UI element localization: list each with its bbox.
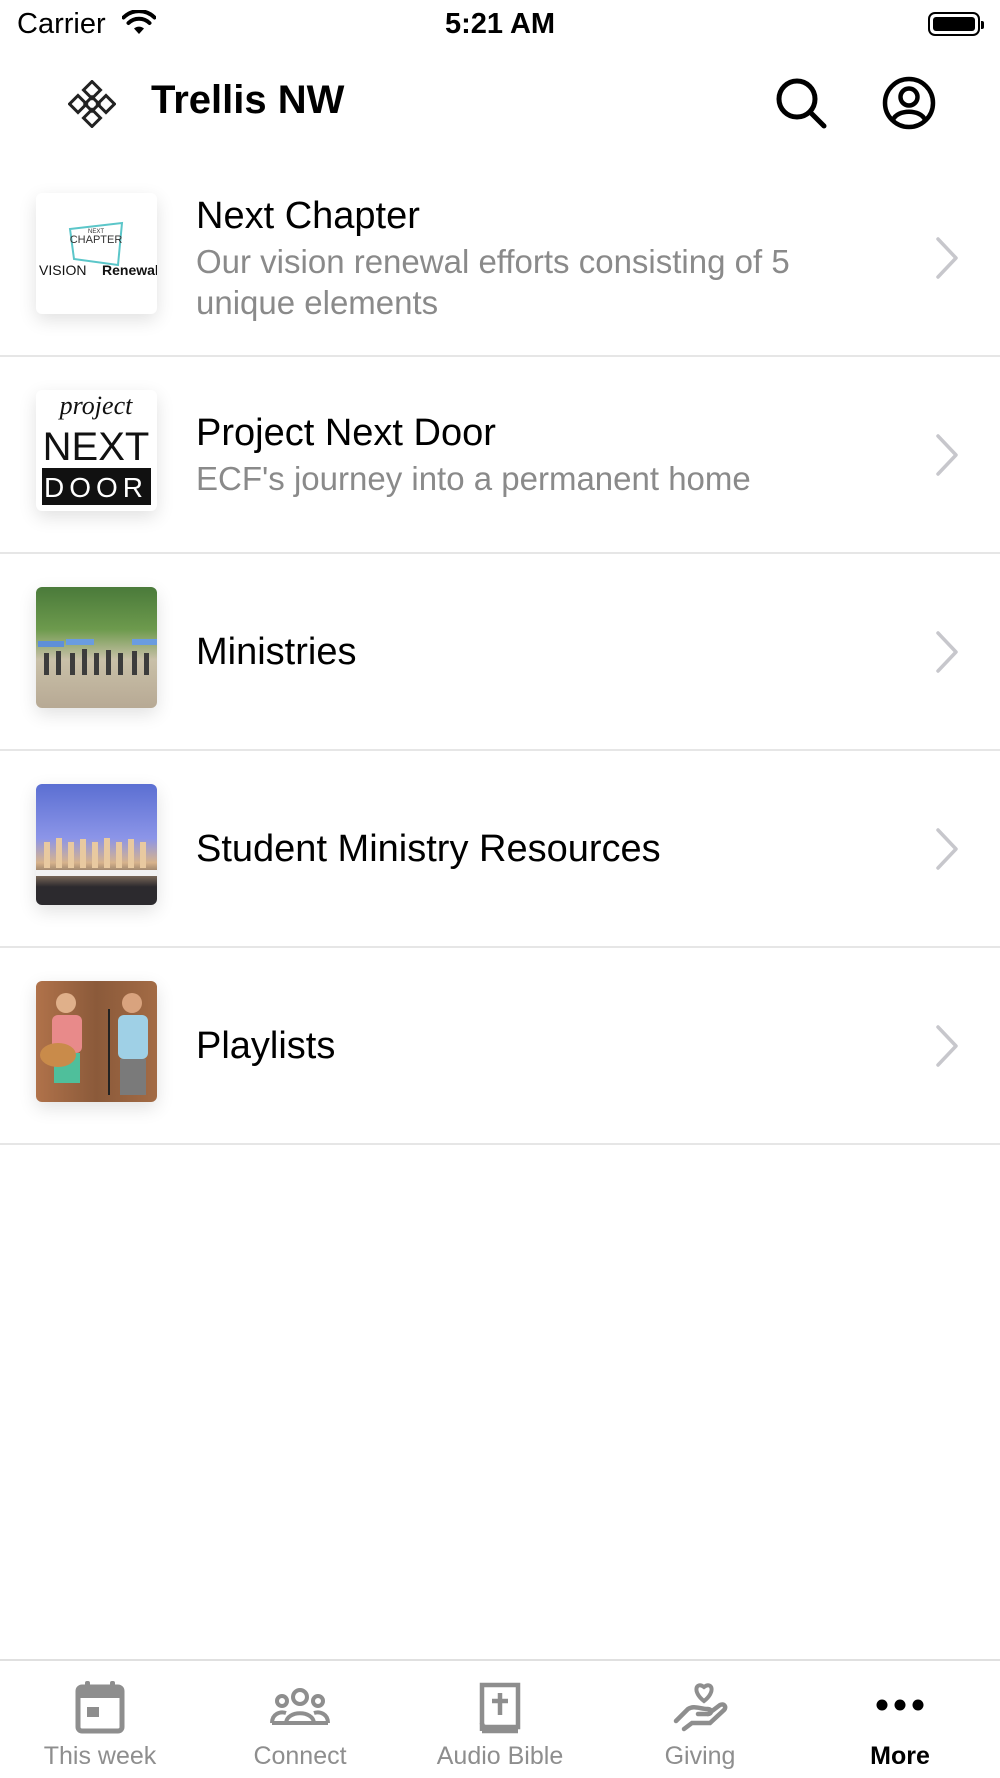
app-title: Trellis NW: [151, 78, 345, 122]
item-title: Student Ministry Resources: [196, 827, 661, 870]
trellis-logo-icon: [68, 80, 116, 128]
chevron-right-icon: [936, 827, 958, 870]
thumb-text-project: project: [58, 391, 133, 420]
item-subtitle: Our vision renewal efforts consisting of…: [196, 242, 790, 321]
content-list: NEXT CHAPTER VISION Renewal Next Chapter…: [0, 160, 1000, 1145]
next-chapter-thumbnail: NEXT CHAPTER VISION Renewal: [36, 193, 157, 314]
giving-hand-icon: [673, 1683, 728, 1732]
calendar-icon: [75, 1681, 125, 1734]
chevron-right-icon: [936, 236, 958, 279]
thumb-text-renewal: Renewal: [102, 262, 157, 278]
thumb-text-next: NEXT: [43, 425, 150, 469]
tab-bar: This week Connect Audio Bible Giving Mor…: [0, 1659, 1000, 1778]
item-title: Project Next Door: [196, 412, 496, 454]
people-icon: [270, 1688, 330, 1725]
tab-connect[interactable]: Connect: [200, 1661, 400, 1778]
tab-label: Giving: [664, 1742, 736, 1770]
tab-this-week[interactable]: This week: [0, 1661, 200, 1778]
list-item-playlists[interactable]: Playlists: [0, 948, 1000, 1145]
app-header: Trellis NW: [0, 60, 1000, 144]
thumb-text-door: DOOR: [44, 472, 148, 503]
status-bar: Carrier 5:21 AM: [0, 0, 1000, 50]
project-next-door-logo: project NEXT DOOR: [42, 391, 151, 505]
ministries-thumbnail: [36, 587, 157, 708]
project-next-door-thumbnail: project NEXT DOOR: [36, 390, 157, 511]
chevron-right-icon: [936, 630, 958, 673]
tab-label: Connect: [253, 1742, 347, 1770]
item-title: Playlists: [196, 1024, 336, 1067]
chevron-right-icon: [936, 433, 958, 476]
thumb-text-chapter: CHAPTER: [70, 234, 123, 246]
next-chapter-logo: NEXT CHAPTER VISION Renewal: [39, 221, 157, 278]
list-item-next-chapter[interactable]: NEXT CHAPTER VISION Renewal Next Chapter…: [0, 160, 1000, 357]
tab-audio-bible[interactable]: Audio Bible: [400, 1661, 600, 1778]
item-title: Next Chapter: [196, 194, 420, 237]
search-icon[interactable]: [772, 74, 830, 132]
tab-more[interactable]: More: [800, 1661, 1000, 1778]
thumb-text-vision: VISION: [39, 262, 86, 278]
list-item-student-ministry-resources[interactable]: Student Ministry Resources: [0, 751, 1000, 948]
tab-label: Audio Bible: [436, 1742, 564, 1770]
tab-giving[interactable]: Giving: [600, 1661, 800, 1778]
list-item-project-next-door[interactable]: project NEXT DOOR Project Next Door ECF'…: [0, 357, 1000, 554]
bible-icon: [479, 1682, 521, 1734]
account-icon[interactable]: [880, 74, 938, 132]
tab-label: More: [870, 1742, 930, 1770]
item-title: Ministries: [196, 630, 357, 673]
item-subtitle: ECF's journey into a permanent home: [196, 460, 751, 497]
playlists-thumbnail: [36, 981, 157, 1102]
chevron-right-icon: [936, 1024, 958, 1067]
clock: 5:21 AM: [444, 8, 556, 40]
student-ministry-thumbnail: [36, 784, 157, 905]
list-item-ministries[interactable]: Ministries: [0, 554, 1000, 751]
tab-label: This week: [43, 1742, 157, 1770]
more-icon: [876, 1699, 924, 1711]
battery-icon: [928, 12, 984, 36]
